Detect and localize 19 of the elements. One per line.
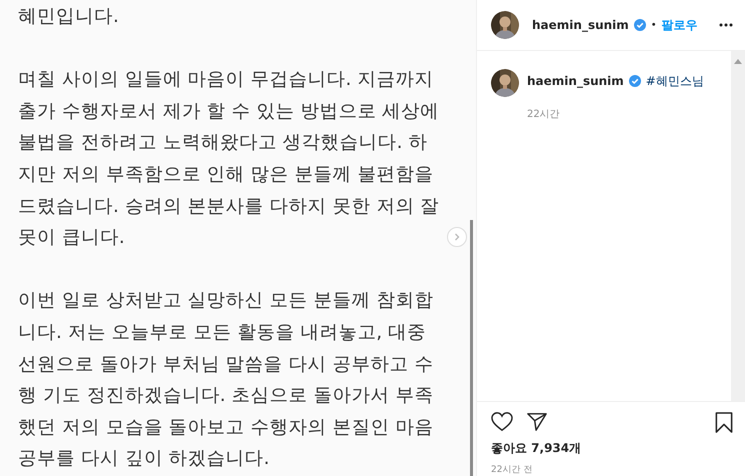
username[interactable]: haemin_sunim [532, 18, 629, 32]
like-count[interactable]: 좋아요 7,934개 [491, 440, 733, 457]
paper-plane-icon[interactable] [527, 412, 547, 432]
separator-dot: • [650, 20, 657, 30]
post-paragraph: 며칠 사이의 일들에 마음이 무겁습니다. 지금까지 출가 수행자로서 제가 할 수 있는 방법으로 세상에 불법을 전하려고 노력해왔다고 생각했습니다. 하 지만 저의 부족함으로 인해 많은 분들께 불편함을 드렸습니다. 승려의 본분사를 다하지 못한 저의 잘 못이 큽니다. [18, 68, 440, 250]
next-arrow-button[interactable] [447, 227, 467, 247]
post-timestamp: 22시간 전 [491, 464, 534, 476]
scroll-up-arrow-icon[interactable] [734, 59, 742, 64]
comment-time: 22시간 [527, 108, 561, 121]
heart-icon[interactable] [491, 412, 513, 432]
post-paragraph: 이번 일로 상처받고 실망하신 모든 분들께 참회합 니다. 저는 오늘부로 모든 활동을 내려놓고, 대중 선원으로 돌아가 부처님 말씀을 다시 공부하고 수 행 기도 정진하겠습니다. 초심으로 돌아가서 부족 했던 저의 모습을 돌아보고 수행자의 본질인 마음 공부를 다시 깊이 하겠습니다. [18, 289, 434, 472]
post-paragraph: 혜민입니다. [18, 5, 120, 29]
chevron-right-icon[interactable] [452, 232, 462, 242]
username[interactable]: haemin_sunim [527, 74, 624, 88]
scrollbar[interactable] [470, 220, 473, 476]
hashtag-link[interactable]: #혜민스님 [646, 72, 704, 90]
bookmark-icon[interactable] [715, 412, 733, 432]
more-options-icon[interactable] [719, 23, 733, 27]
scrollbar[interactable] [731, 51, 745, 401]
